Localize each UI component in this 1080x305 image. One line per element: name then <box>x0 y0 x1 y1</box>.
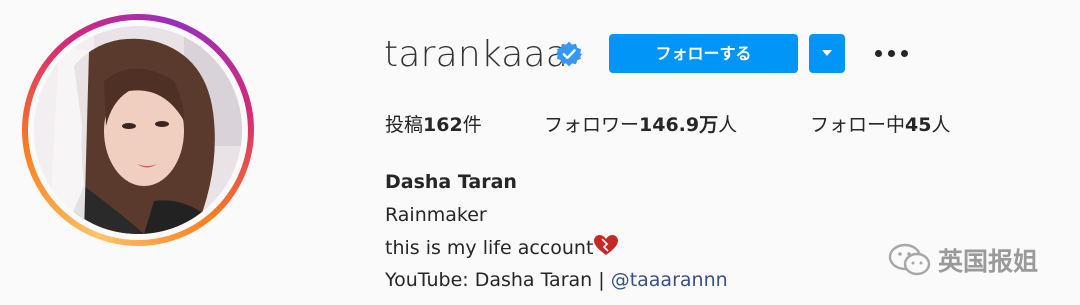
watermark-text: 英国报姐 <box>938 247 1039 276</box>
followers-label: フォロワー <box>544 114 640 136</box>
profile-header: tarankaaa フォローする 投稿162件 フォロワー146.9万人 フォロ… <box>0 0 1080 305</box>
more-dot-icon <box>875 50 882 57</box>
bio-line: YouTube: Dasha Taran | @taaarannn <box>385 266 728 294</box>
avatar-photo <box>34 26 242 234</box>
watermark: 英国报姐 <box>888 240 1038 280</box>
full-name: Dasha Taran <box>385 171 517 193</box>
following-unit: 人 <box>931 114 951 136</box>
followers-number: 146.9万 <box>639 114 719 136</box>
story-ring[interactable] <box>22 14 254 246</box>
followers-unit: 人 <box>718 114 738 136</box>
bio-line: this is my life account <box>385 234 619 262</box>
avatar[interactable] <box>34 26 242 234</box>
posts-number: 162 <box>423 114 463 136</box>
following-label: フォロー中 <box>810 114 906 136</box>
more-dot-icon <box>901 50 908 57</box>
username: tarankaaa <box>384 34 569 75</box>
bio-text: YouTube: Dasha Taran | <box>385 269 611 291</box>
follow-button[interactable]: フォローする <box>609 34 798 73</box>
chevron-down-icon <box>822 50 832 56</box>
bio-text: this is my life account <box>385 237 594 259</box>
posts-label: 投稿 <box>385 114 424 136</box>
more-dot-icon <box>888 50 895 57</box>
following-link[interactable]: フォロー中45人 <box>810 110 950 140</box>
followers-link[interactable]: フォロワー146.9万人 <box>544 110 737 140</box>
bio-line: Rainmaker <box>385 204 487 226</box>
following-number: 45 <box>905 114 932 136</box>
posts-unit: 件 <box>462 114 482 136</box>
heart-emoji-icon <box>594 235 619 255</box>
posts-count: 投稿162件 <box>385 110 482 140</box>
mention-link[interactable]: @taaarannn <box>611 269 728 291</box>
suggested-accounts-dropdown-button[interactable] <box>809 34 845 73</box>
avatar-frame <box>28 20 248 240</box>
verified-badge-icon <box>556 41 582 67</box>
more-options-button[interactable] <box>872 42 912 66</box>
wechat-icon <box>888 243 931 276</box>
